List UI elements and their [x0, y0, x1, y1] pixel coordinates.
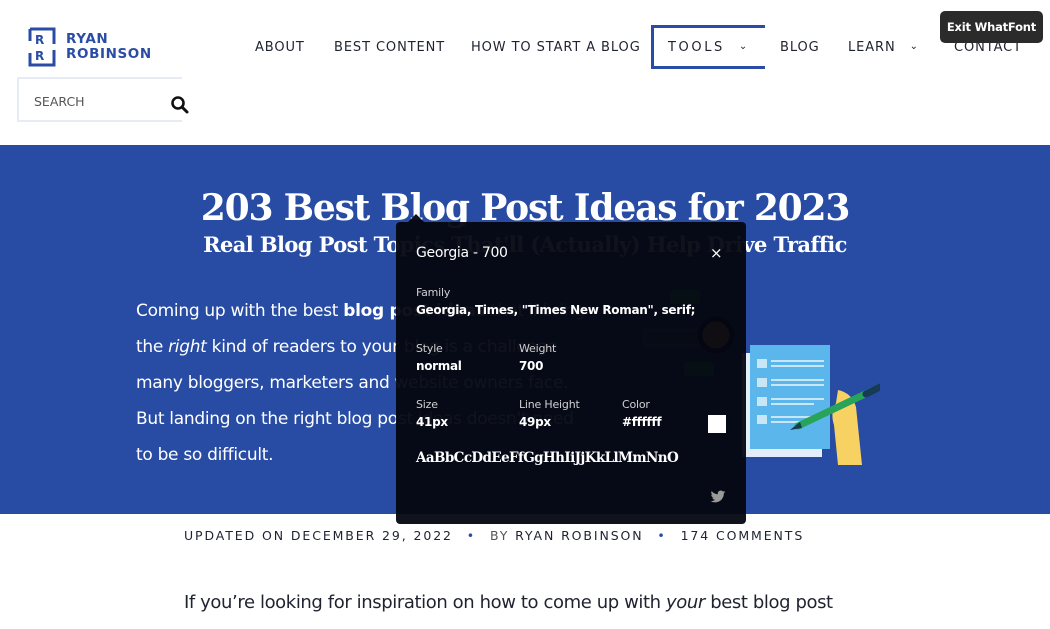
body-text: If you’re looking for inspiration on how…: [184, 592, 666, 613]
svg-text:R: R: [35, 33, 44, 47]
logo-line-1: RYAN: [66, 31, 109, 47]
post-meta: UPDATED ON DECEMBER 29, 2022 • BY RYAN R…: [184, 528, 804, 543]
size-value: 41px: [416, 415, 448, 429]
search-box: [17, 77, 182, 122]
font-sample: AaBbCcDdEeFfGgHhIiJjKkLlMmNnO: [416, 450, 679, 466]
nav-learn[interactable]: LEARN ⌄: [848, 25, 919, 69]
meta-separator: •: [657, 528, 667, 543]
color-swatch: [708, 415, 726, 433]
site-header: R R RYAN ROBINSON ABOUT BEST CONTENT HOW…: [0, 0, 1050, 145]
search-input[interactable]: [34, 91, 154, 111]
whatfont-popup: Georgia - 700 × Family Georgia, Times, "…: [396, 214, 746, 524]
site-logo[interactable]: R R RYAN ROBINSON: [26, 27, 156, 67]
popup-pointer: [408, 214, 424, 222]
size-label: Size: [416, 398, 438, 411]
weight-label: Weight: [519, 342, 557, 355]
weight-value: 700: [519, 359, 544, 373]
logo-line-2: ROBINSON: [66, 46, 152, 62]
line-height-label: Line Height: [519, 398, 580, 411]
nav-best-content[interactable]: BEST CONTENT: [334, 25, 445, 69]
rr-logo-icon: R R: [28, 27, 56, 67]
family-value: Georgia, Times, "Times New Roman", serif…: [416, 303, 696, 317]
intro-text: Coming up with the best: [136, 301, 344, 321]
family-label: Family: [416, 286, 451, 299]
author-link[interactable]: RYAN ROBINSON: [515, 528, 643, 543]
body-text: best blog post: [704, 592, 833, 613]
chevron-down-icon: ⌄: [738, 40, 750, 52]
nav-tools-label: TOOLS: [668, 39, 725, 55]
article-first-line: If you’re looking for inspiration on how…: [184, 592, 833, 613]
comments-link[interactable]: 174 COMMENTS: [681, 528, 805, 543]
nav-blog-label: BLOG: [780, 39, 820, 55]
meta-separator: •: [466, 528, 477, 543]
nav-learn-label: LEARN: [848, 39, 896, 55]
svg-text:R: R: [35, 49, 44, 63]
nav-how-to-start-a-blog[interactable]: HOW TO START A BLOG: [471, 25, 641, 69]
logo-text: RYAN ROBINSON: [66, 32, 152, 62]
search-icon[interactable]: [170, 95, 190, 115]
intro-italic: right: [168, 337, 207, 357]
chevron-down-icon: ⌄: [909, 40, 919, 52]
body-italic: your: [666, 592, 705, 613]
intro-text: the: [136, 337, 169, 357]
close-icon[interactable]: ×: [710, 244, 723, 262]
exit-whatfont-button[interactable]: Exit WhatFont: [940, 11, 1043, 43]
nav-about-label: ABOUT: [255, 39, 305, 55]
updated-date: UPDATED ON DECEMBER 29, 2022: [184, 528, 453, 543]
style-value: normal: [416, 359, 462, 373]
color-label: Color: [622, 398, 650, 411]
nav-best-content-label: BEST CONTENT: [334, 39, 446, 55]
nav-how-to-start-label: HOW TO START A BLOG: [471, 39, 641, 55]
nav-tools[interactable]: TOOLS ⌄: [651, 25, 765, 69]
nav-about[interactable]: ABOUT: [255, 25, 305, 69]
twitter-icon[interactable]: [710, 490, 726, 504]
whatfont-title: Georgia - 700: [416, 245, 508, 261]
nav-blog[interactable]: BLOG: [780, 25, 820, 69]
style-label: Style: [416, 342, 443, 355]
by-label: BY: [489, 528, 510, 543]
color-value: #ffffff: [622, 415, 662, 429]
line-height-value: 49px: [519, 415, 551, 429]
